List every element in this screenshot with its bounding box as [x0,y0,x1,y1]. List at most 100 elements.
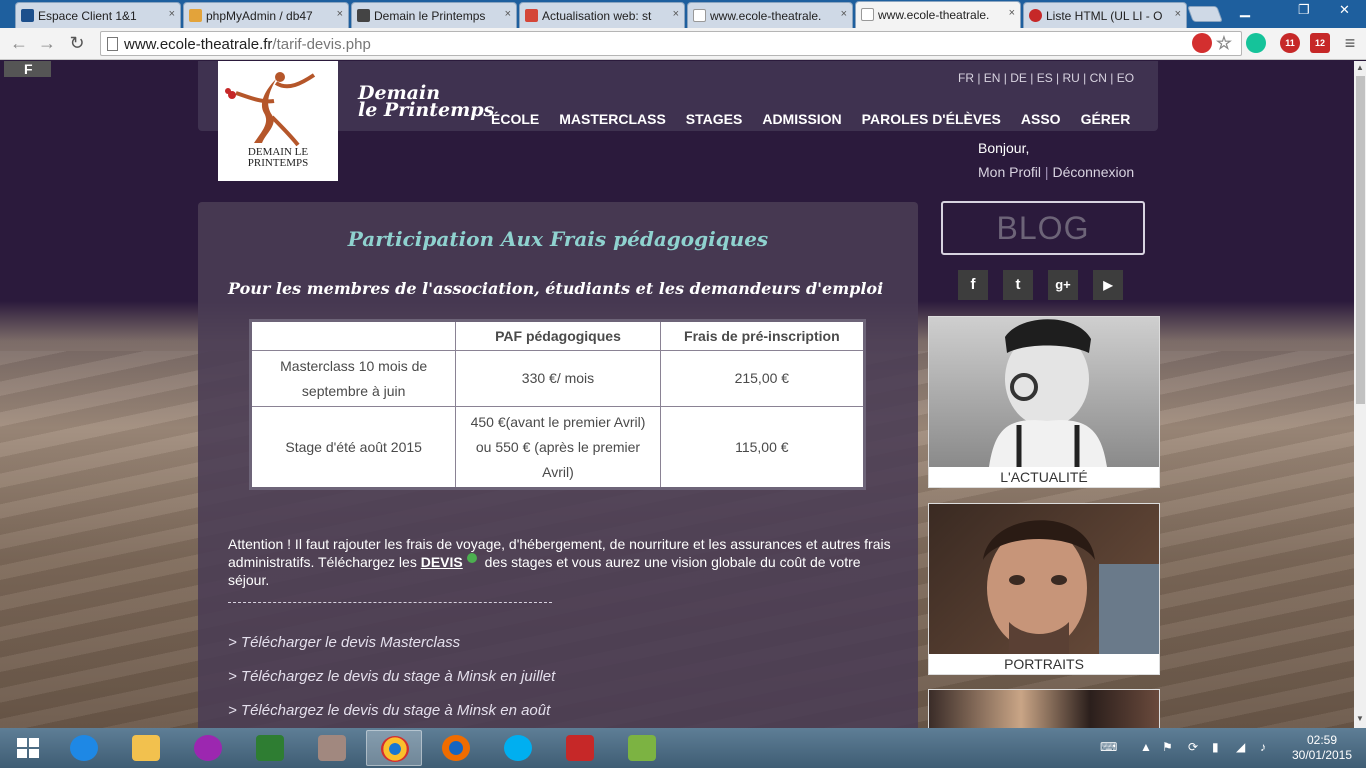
close-tab-icon[interactable]: × [169,8,175,20]
download-minsk-august-link[interactable]: > Téléchargez le devis du stage à Minsk … [228,702,550,719]
portrait-photo [929,504,1159,654]
pin-icon [466,553,477,563]
help-icon [1029,9,1042,22]
table-row: Masterclass 10 mois de septembre à juin … [249,350,866,407]
nav-item-stages[interactable]: STAGES [686,111,743,127]
filezilla-button[interactable] [552,730,608,766]
table-row: Stage d'été août 2015 450 €(avant le pre… [249,406,866,489]
page-icon [107,37,118,51]
youtube-icon[interactable]: ▶ [1093,270,1123,300]
new-tab-button[interactable] [1187,6,1223,22]
browser-tab[interactable]: Demain le Printemps × [351,2,517,28]
chrome-icon [381,736,409,762]
menu-icon[interactable]: ≡ [1340,33,1360,53]
lastpass-icon[interactable] [1192,33,1212,53]
grammarly-icon[interactable] [1246,33,1266,53]
browser-tab[interactable]: Liste HTML (UL LI - O × [1023,2,1187,28]
devis-link[interactable]: DEVIS [421,554,463,570]
tab-title: Actualisation web: st [542,9,652,23]
close-tab-icon[interactable]: × [337,8,343,20]
logout-link[interactable]: Déconnexion [1052,164,1134,180]
picasa-icon [194,735,222,761]
blog-button[interactable]: BLOG [941,201,1145,255]
facebook-icon[interactable]: f [958,270,988,300]
google-plus-icon[interactable]: g+ [1048,270,1078,300]
notepad-button[interactable] [304,730,360,766]
close-tab-icon[interactable]: × [673,8,679,20]
clock-time: 02:59 [1306,733,1338,747]
browser-tab[interactable]: Actualisation web: st × [519,2,685,28]
clock-date: 30/01/2015 [1291,748,1353,762]
browser-tab[interactable]: www.ecole-theatrale. × [687,2,853,28]
scroll-up-arrow-icon[interactable]: ▲ [1354,61,1366,75]
start-button[interactable] [0,730,56,766]
abp-icon[interactable]: 12 [1310,33,1330,53]
corner-logo[interactable]: F [4,61,51,77]
table-header: Frais de pré-inscription [659,320,866,351]
excel-store-icon [256,735,284,761]
maximize-button[interactable]: ❐ [1298,2,1310,18]
news-card[interactable]: L'ACTUALITÉ [928,316,1160,488]
url-text[interactable]: www.ecole-theatrale.fr/tarif-devis.php [124,36,371,53]
firefox-button[interactable] [428,730,484,766]
site-favicon-icon [189,9,202,22]
skype-button[interactable] [490,730,546,766]
price-table: PAF pédagogiques Frais de pré-inscriptio… [249,319,866,490]
nav-item-ecole[interactable]: ÉCOLE [491,111,539,127]
file-explorer-button[interactable] [118,730,174,766]
close-tab-icon[interactable]: × [841,8,847,20]
back-arrow-icon[interactable]: ← [8,32,30,54]
tab-title: Espace Client 1&1 [38,9,137,23]
nav-item-asso[interactable]: ASSO [1021,111,1061,127]
volume-icon[interactable]: ♪ [1260,740,1266,754]
table-header [249,320,457,351]
adblock-badge-icon[interactable]: 11 [1280,33,1300,53]
picasa-button[interactable] [180,730,236,766]
scrollbar-thumb[interactable] [1356,76,1365,404]
close-tab-icon[interactable]: × [1175,8,1181,20]
page-title: Participation Aux Frais pédagogiques [347,227,769,251]
forward-arrow-icon[interactable]: → [36,32,58,54]
scroll-down-arrow-icon[interactable]: ▼ [1354,712,1366,726]
close-tab-icon[interactable]: × [505,8,511,20]
download-minsk-july-link[interactable]: > Téléchargez le devis du stage à Minsk … [228,668,555,685]
chrome-button[interactable] [366,730,422,766]
show-hidden-icons-icon[interactable]: ▲ [1140,740,1152,754]
bookmark-star-icon[interactable]: ☆ [1214,33,1234,53]
internet-explorer-button[interactable] [56,730,112,766]
keyboard-icon[interactable]: ⌨ [1100,740,1117,754]
close-tab-icon[interactable]: × [1009,7,1015,19]
system-clock[interactable]: 02:59 30/01/2015 [1290,733,1354,763]
site-logo[interactable]: DEMAIN LE PRINTEMPS [218,61,338,181]
notepad-icon [318,735,346,761]
nav-item-gerer[interactable]: GÉRER [1081,111,1131,127]
file-explorer-icon [132,735,160,761]
notepadplusplus-button[interactable] [614,730,670,766]
address-bar[interactable]: www.ecole-theatrale.fr/tarif-devis.php [100,31,1242,56]
flag-icon[interactable]: ⚑ [1162,740,1173,754]
twitter-icon[interactable]: t [1003,270,1033,300]
page-viewport: F DEMAIN LE PRINTEMPS Demain le Printemp… [0,61,1354,728]
third-card[interactable] [928,689,1160,728]
browser-tab[interactable]: phpMyAdmin / db47 × [183,2,349,28]
browser-tab[interactable]: Espace Client 1&1 × [15,2,181,28]
download-masterclass-link[interactable]: > Télécharger le devis Masterclass [228,634,460,651]
nav-item-paroles[interactable]: PAROLES D'ÉLÈVES [862,111,1001,127]
minimize-button[interactable]: ▁ [1240,2,1250,18]
page-icon [861,8,874,21]
reload-icon[interactable]: ↻ [66,32,88,54]
nav-item-admission[interactable]: ADMISSION [762,111,841,127]
nav-item-masterclass[interactable]: MASTERCLASS [559,111,666,127]
language-selector[interactable]: FR | EN | DE | ES | RU | CN | EO [958,71,1134,85]
network-icon[interactable]: ◢ [1236,740,1245,754]
sync-icon[interactable]: ⟳ [1188,740,1198,754]
table-cell: 450 €(avant le premier Avril) ou 550 € (… [455,406,661,489]
browser-tab-active[interactable]: www.ecole-theatrale. × [855,1,1021,28]
portraits-card[interactable]: PORTRAITS [928,503,1160,675]
store-button[interactable] [242,730,298,766]
battery-icon[interactable]: ▮ [1212,740,1219,754]
table-header-row: PAF pédagogiques Frais de pré-inscriptio… [249,320,866,351]
profile-link[interactable]: Mon Profil [978,164,1041,180]
close-window-button[interactable]: ✕ [1339,2,1350,18]
brand-title[interactable]: Demain le Printemps [358,84,494,120]
